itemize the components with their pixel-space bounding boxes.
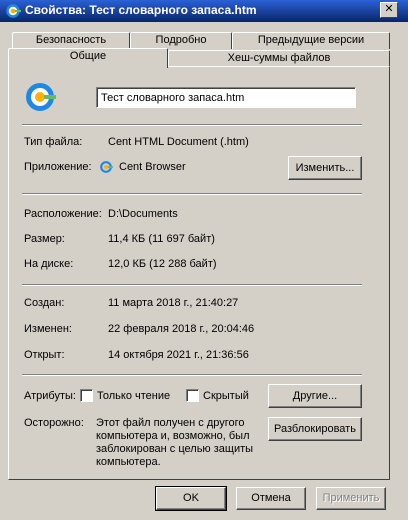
ok-button[interactable]: OK	[155, 486, 227, 511]
modified-value: 22 февраля 2018 г., 20:04:46	[108, 323, 255, 335]
separator	[22, 284, 362, 286]
app-label: Приложение:	[24, 161, 92, 173]
disk-size-value: 12,0 КБ (12 288 байт)	[108, 258, 217, 270]
size-value: 11,4 КБ (11 697 байт)	[108, 233, 215, 245]
file-name-input[interactable]	[96, 87, 356, 108]
separator	[22, 193, 362, 195]
general-content: Тип файла: Cent HTML Document (.htm) При…	[0, 0, 408, 520]
readonly-checkbox[interactable]	[80, 389, 93, 402]
app-value: Cent Browser	[119, 161, 186, 173]
created-label: Создан:	[24, 297, 65, 309]
location-label: Расположение:	[24, 208, 102, 220]
unblock-button[interactable]: Разблокировать	[268, 417, 362, 441]
caution-text: Этот файл получен с другого компьютера и…	[96, 417, 254, 468]
readonly-label[interactable]: Только чтение	[97, 390, 170, 402]
properties-window: Свойства: Тест словарного запаса.htm ✕ Б…	[0, 0, 408, 520]
hidden-label[interactable]: Скрытый	[203, 390, 249, 402]
attributes-label: Атрибуты:	[24, 390, 76, 402]
change-button[interactable]: Изменить...	[288, 156, 362, 180]
separator	[22, 374, 362, 376]
size-label: Размер:	[24, 233, 65, 245]
modified-label: Изменен:	[24, 323, 72, 335]
created-value: 11 марта 2018 г., 21:40:27	[108, 297, 239, 309]
cent-browser-icon	[100, 161, 113, 173]
hidden-checkbox[interactable]	[186, 389, 199, 402]
apply-button[interactable]: Применить	[316, 487, 386, 510]
separator	[22, 124, 362, 126]
location-value: D:\Documents	[108, 208, 178, 220]
cancel-button[interactable]: Отмена	[236, 487, 306, 510]
other-attributes-button[interactable]: Другие...	[268, 384, 362, 408]
opened-label: Открыт:	[24, 349, 65, 361]
file-type-icon	[26, 83, 56, 111]
file-type-value: Cent HTML Document (.htm)	[108, 136, 249, 148]
disk-size-label: На диске:	[24, 258, 74, 270]
file-type-label: Тип файла:	[24, 136, 83, 148]
caution-label: Осторожно:	[24, 417, 84, 429]
opened-value: 14 октября 2021 г., 21:36:56	[108, 349, 249, 361]
